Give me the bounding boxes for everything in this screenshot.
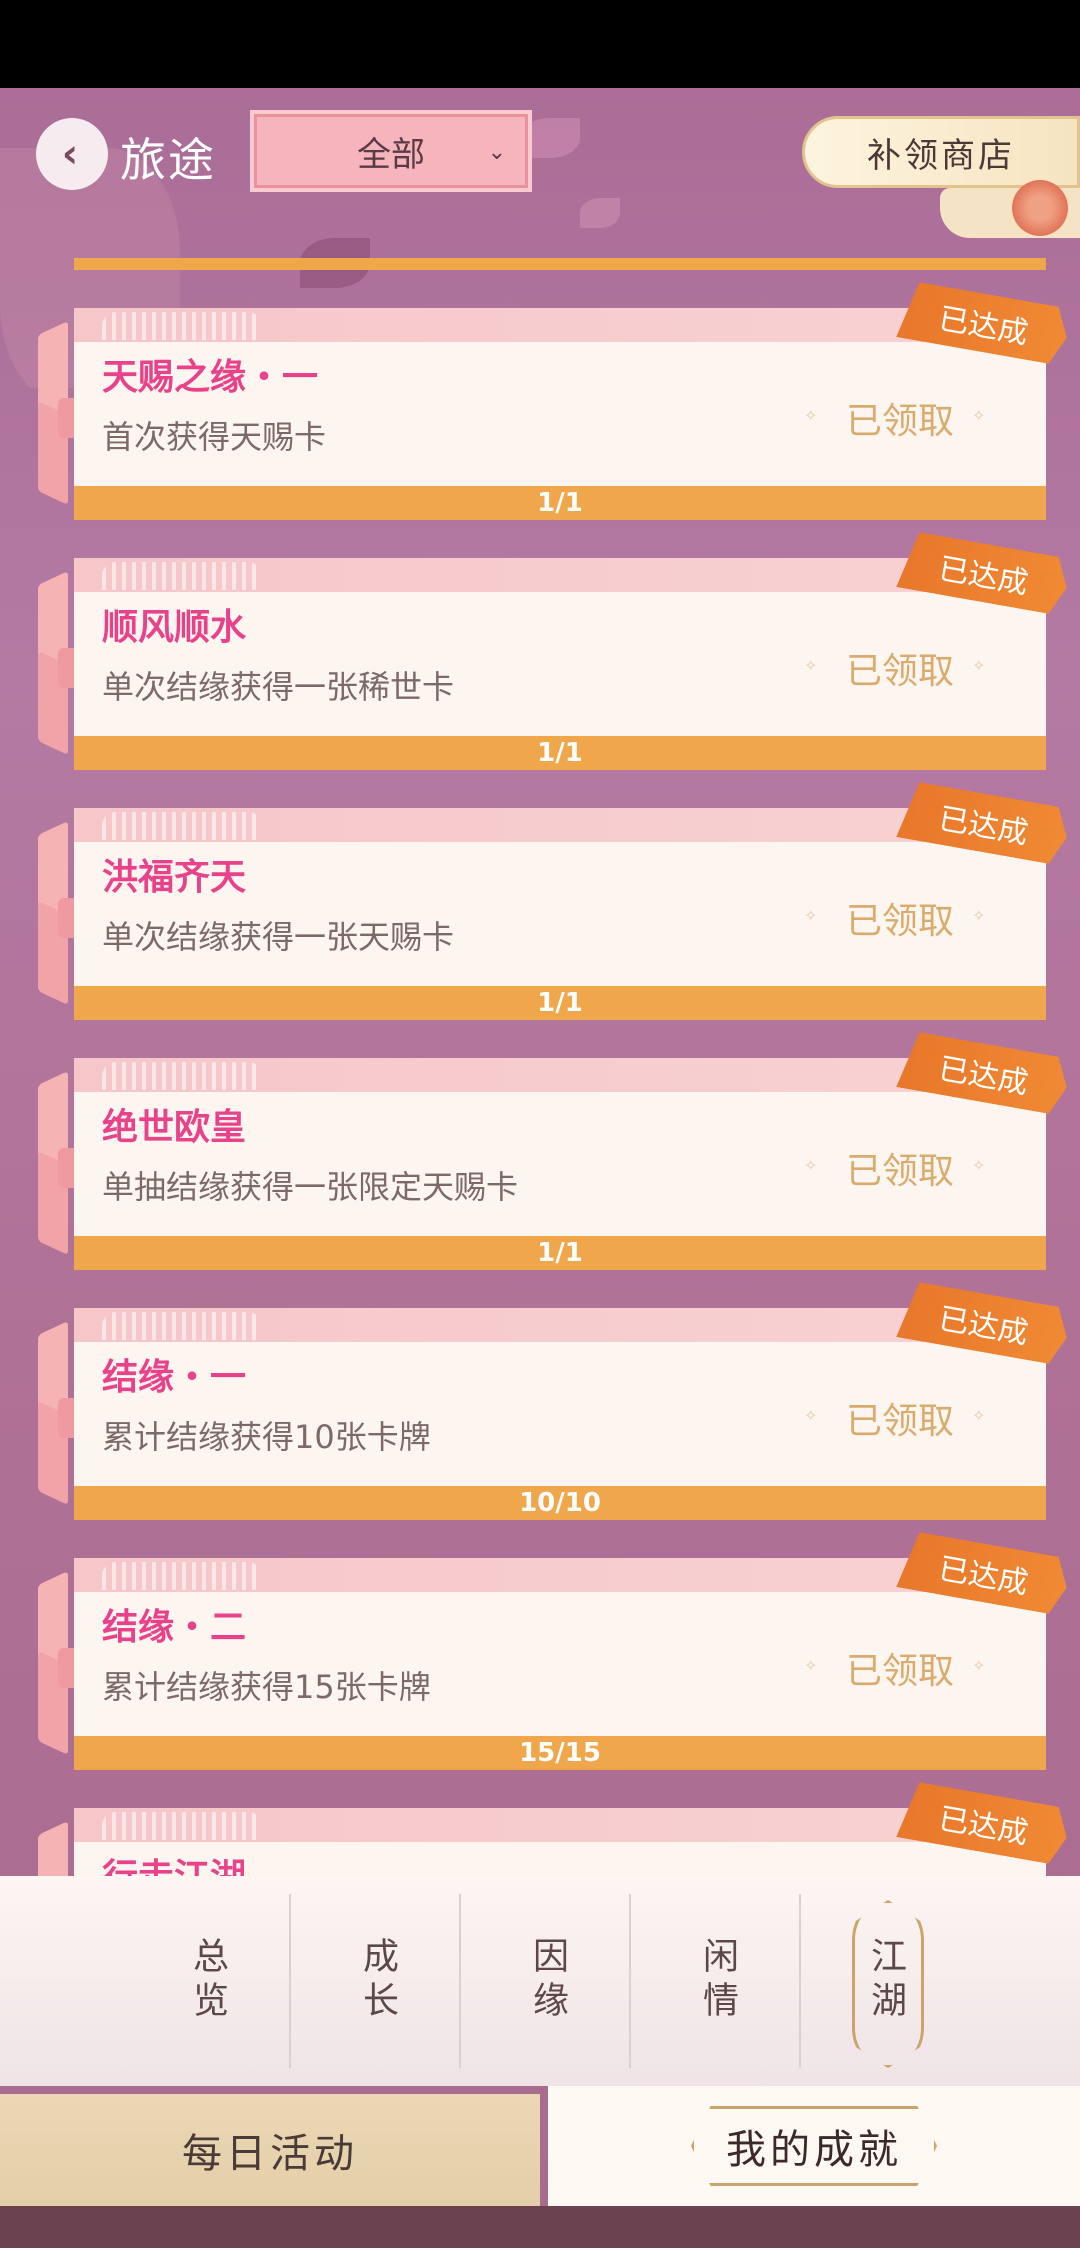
tab-growth[interactable]: 成长 <box>292 1876 462 2086</box>
achievement-name: 结缘・一 <box>102 1357 247 1398</box>
header: ‹ 旅途 全部 ⌄ 补领商店 <box>0 88 1080 258</box>
back-button[interactable]: ‹ <box>36 118 108 190</box>
tab-leisure[interactable]: 闲情 <box>632 1876 802 2086</box>
achievement-card: 洪福齐天 单次结缘获得一张天赐卡 ✧ 已领取 ✧ 1/1 已达成 <box>38 808 1046 1020</box>
progress-bar: 1/1 <box>74 986 1046 1020</box>
ribbon-decoration <box>28 1821 78 1876</box>
achievement-name: 天赐之缘・一 <box>102 357 319 398</box>
achievement-card: 行走江湖 已达成 <box>38 1808 1046 1876</box>
sparkle-icon: ✧ <box>972 1656 986 1675</box>
progress-bar: 1/1 <box>74 736 1046 770</box>
ribbon-decoration <box>28 821 80 1005</box>
supplement-shop-button[interactable]: 补领商店 <box>802 116 1080 188</box>
tab-fate[interactable]: 因缘 <box>462 1876 632 2086</box>
progress-text: 1/1 <box>537 988 583 1018</box>
flower-icon <box>1012 180 1068 236</box>
previous-progress-bar <box>74 258 1046 270</box>
achievement-name: 绝世欧皇 <box>102 1107 247 1148</box>
claimed-button[interactable]: 已领取 <box>846 1142 954 1194</box>
my-achievements-tab[interactable]: 我的成就 <box>548 2086 1080 2206</box>
footer-bar <box>0 2206 1080 2248</box>
tab-divider <box>629 1894 631 2068</box>
daily-activities-tab[interactable]: 每日活动 <box>0 2094 540 2206</box>
achievement-name: 行走江湖 <box>102 1848 246 1876</box>
achievement-name: 结缘・二 <box>102 1607 247 1648</box>
achievement-card: 顺风顺水 单次结缘获得一张稀世卡 ✧ 已领取 ✧ 1/1 已达成 <box>38 558 1046 770</box>
sparkle-icon: ✧ <box>804 406 818 425</box>
tab-divider <box>459 1894 461 2068</box>
sparkle-icon: ✧ <box>804 656 818 675</box>
chevron-left-icon: ‹ <box>61 131 79 177</box>
progress-text: 1/1 <box>537 738 583 768</box>
tab-jianghu[interactable]: 江湖 <box>800 1876 970 2086</box>
shop-label: 补领商店 <box>867 135 1015 176</box>
achievement-desc: 累计结缘获得15张卡牌 <box>102 1668 431 1706</box>
filter-dropdown[interactable]: 全部 ⌄ <box>250 110 532 192</box>
ribbon-decoration <box>28 571 80 755</box>
sparkle-icon: ✧ <box>804 906 818 925</box>
tab-overview[interactable]: 总览 <box>122 1876 292 2086</box>
progress-bar: 10/10 <box>74 1486 1046 1520</box>
progress-text: 1/1 <box>537 488 583 518</box>
tab-divider <box>289 1894 291 2068</box>
progress-bar: 1/1 <box>74 486 1046 520</box>
status-bar <box>0 0 1080 88</box>
chevron-down-icon: ⌄ <box>487 140 506 165</box>
bottom-nav: 每日活动 我的成就 <box>0 2086 1080 2206</box>
page-title: 旅途 <box>120 133 216 187</box>
achievement-card: 绝世欧皇 单抽结缘获得一张限定天赐卡 ✧ 已领取 ✧ 1/1 已达成 <box>38 1058 1046 1270</box>
achievement-list[interactable]: 天赐之缘・一 首次获得天赐卡 ✧ 已领取 ✧ 1/1 已达成 顺风顺水 单次结缘… <box>0 258 1080 1876</box>
my-achievements-label: 我的成就 <box>726 2127 902 2173</box>
achievement-desc: 单次结缘获得一张稀世卡 <box>102 668 455 706</box>
ribbon-decoration <box>28 1071 80 1255</box>
ribbon-decoration <box>28 1321 80 1505</box>
ribbon-decoration <box>28 1571 80 1755</box>
daily-activities-label: 每日活动 <box>182 2131 358 2177</box>
claimed-button[interactable]: 已领取 <box>846 892 954 944</box>
sparkle-icon: ✧ <box>972 406 986 425</box>
ribbon-decoration <box>28 321 80 505</box>
achievement-card: 天赐之缘・一 首次获得天赐卡 ✧ 已领取 ✧ 1/1 已达成 <box>38 308 1046 520</box>
progress-bar: 1/1 <box>74 1236 1046 1270</box>
claimed-button[interactable]: 已领取 <box>846 1642 954 1694</box>
achievement-desc: 单抽结缘获得一张限定天赐卡 <box>102 1168 519 1206</box>
achievement-card: 结缘・一 累计结缘获得10张卡牌 ✧ 已领取 ✧ 10/10 已达成 <box>38 1308 1046 1520</box>
sparkle-icon: ✧ <box>972 1156 986 1175</box>
achievement-desc: 累计结缘获得10张卡牌 <box>102 1418 431 1456</box>
category-tabs: 总览 成长 因缘 闲情 江湖 <box>0 1876 1080 2086</box>
sparkle-icon: ✧ <box>804 1156 818 1175</box>
progress-text: 10/10 <box>519 1488 601 1518</box>
sparkle-icon: ✧ <box>804 1656 818 1675</box>
achievement-desc: 首次获得天赐卡 <box>102 418 327 456</box>
sparkle-icon: ✧ <box>972 656 986 675</box>
filter-value: 全部 <box>357 134 425 175</box>
sparkle-icon: ✧ <box>804 1406 818 1425</box>
claimed-button[interactable]: 已领取 <box>846 392 954 444</box>
sparkle-icon: ✧ <box>972 1406 986 1425</box>
claimed-button[interactable]: 已领取 <box>846 642 954 694</box>
achievement-desc: 单次结缘获得一张天赐卡 <box>102 918 455 956</box>
achievement-name: 洪福齐天 <box>102 857 247 898</box>
achievement-name: 顺风顺水 <box>102 607 247 648</box>
sparkle-icon: ✧ <box>972 906 986 925</box>
progress-text: 15/15 <box>519 1738 601 1768</box>
progress-text: 1/1 <box>537 1238 583 1268</box>
progress-bar: 15/15 <box>74 1736 1046 1770</box>
achievement-card: 结缘・二 累计结缘获得15张卡牌 ✧ 已领取 ✧ 15/15 已达成 <box>38 1558 1046 1770</box>
claimed-button[interactable]: 已领取 <box>846 1392 954 1444</box>
